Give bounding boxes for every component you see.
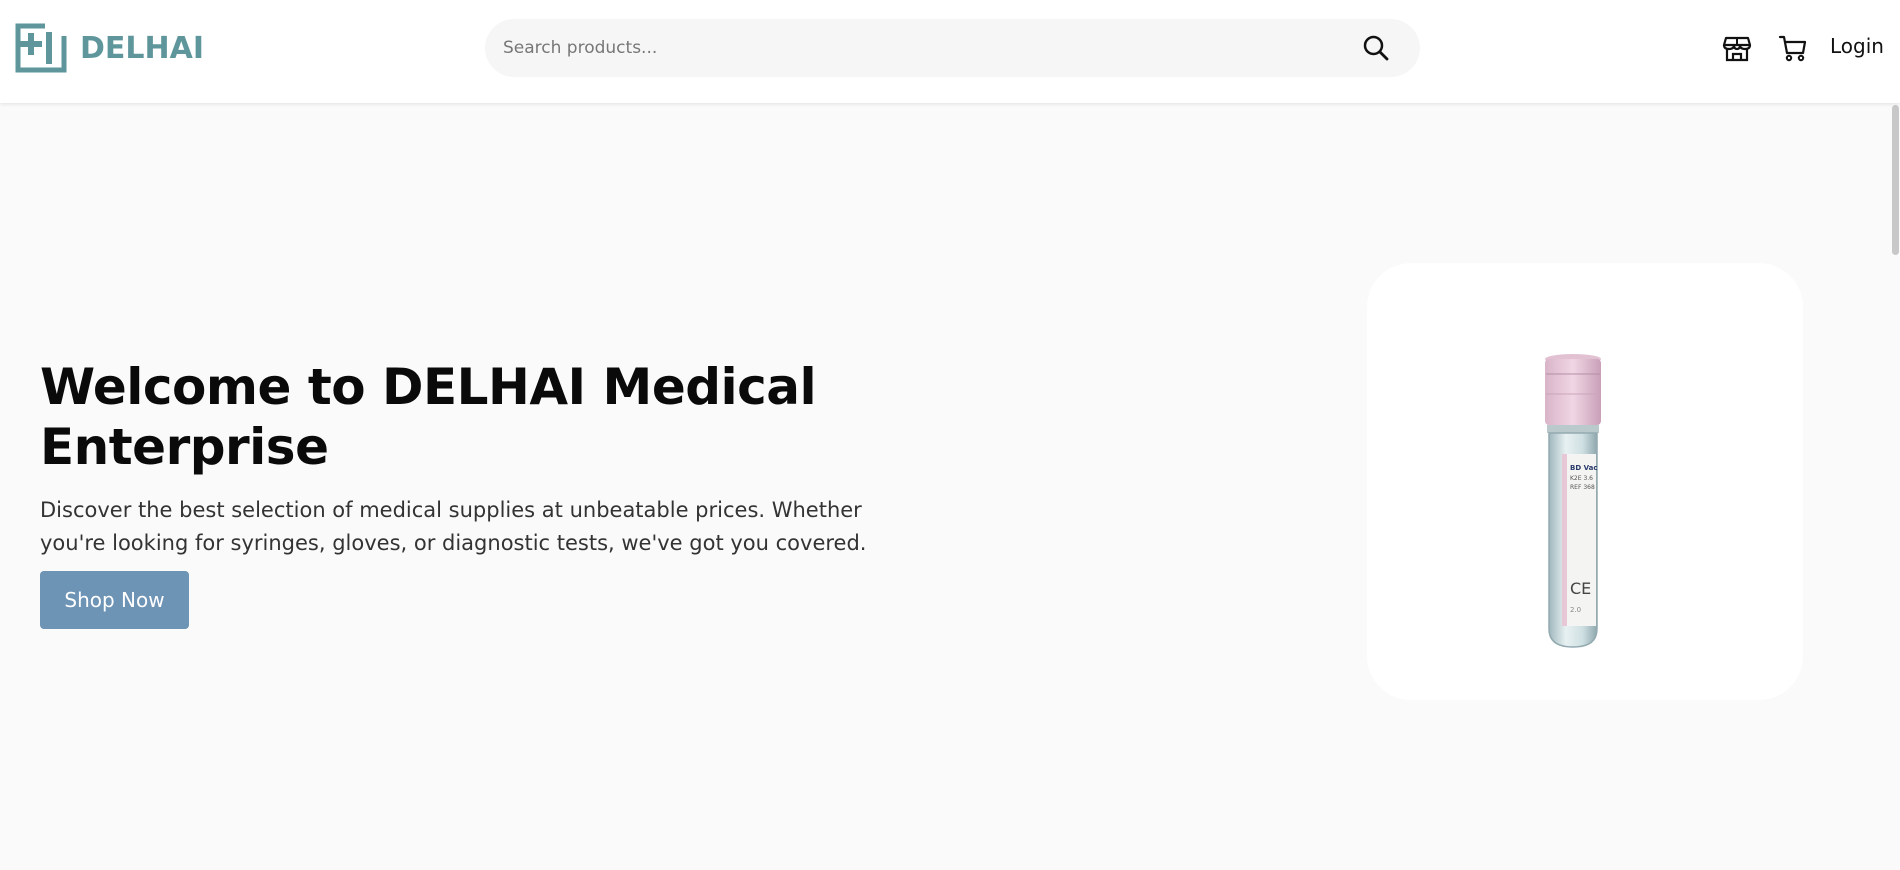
search-button[interactable] bbox=[1356, 28, 1396, 68]
svg-text:2.0: 2.0 bbox=[1570, 606, 1581, 614]
product-image-card: BD Vac K2E 3.6 REF 368 CE 2.0 bbox=[1367, 263, 1803, 700]
svg-text:K2E 3.6: K2E 3.6 bbox=[1570, 475, 1593, 482]
store-icon bbox=[1722, 36, 1752, 62]
search-icon bbox=[1363, 35, 1389, 61]
site-header: DELHAI Login bbox=[0, 0, 1900, 103]
cart-button[interactable] bbox=[1778, 33, 1808, 63]
hero-title: Welcome to DELHAI Medical Enterprise bbox=[40, 358, 817, 476]
logo-link[interactable]: DELHAI bbox=[15, 23, 204, 73]
svg-text:BD Vac: BD Vac bbox=[1570, 464, 1598, 472]
blood-collection-tube-image: BD Vac K2E 3.6 REF 368 CE 2.0 bbox=[1545, 354, 1601, 648]
brand-name: DELHAI bbox=[80, 30, 204, 66]
store-button[interactable] bbox=[1722, 33, 1752, 63]
shop-now-button[interactable]: Shop Now bbox=[40, 571, 189, 629]
search-input[interactable] bbox=[485, 19, 1356, 77]
search-bar bbox=[485, 19, 1420, 77]
login-link[interactable]: Login bbox=[1830, 34, 1884, 58]
scrollbar-thumb[interactable] bbox=[1892, 105, 1899, 255]
svg-text:CE: CE bbox=[1570, 579, 1591, 598]
svg-text:REF 368: REF 368 bbox=[1570, 484, 1595, 491]
cart-icon bbox=[1778, 35, 1807, 62]
hero-description: Discover the best selection of medical s… bbox=[40, 498, 867, 555]
logo-icon bbox=[15, 23, 67, 73]
